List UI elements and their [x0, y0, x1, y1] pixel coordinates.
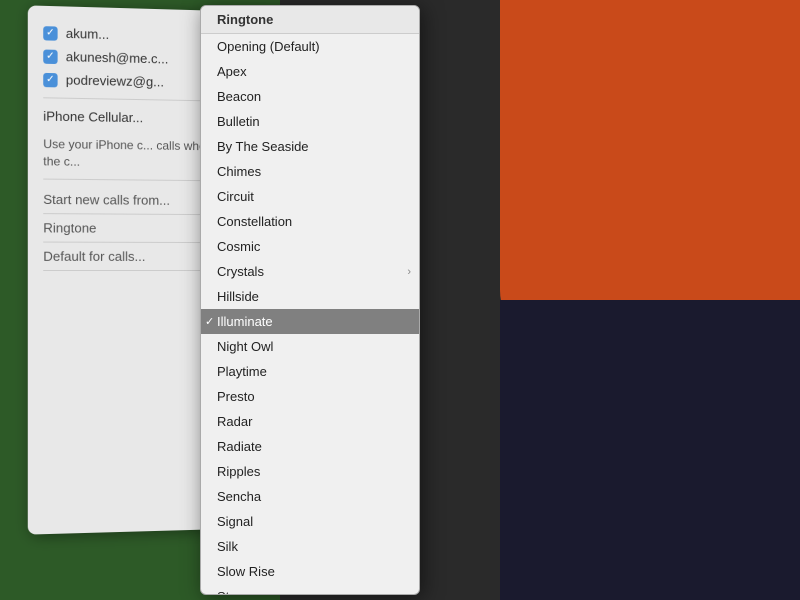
ringtone-option-signal[interactable]: Signal	[201, 509, 419, 534]
ringtone-label-silk: Silk	[217, 539, 238, 554]
ringtone-label-beacon: Beacon	[217, 89, 261, 104]
ringtone-label-slow-rise: Slow Rise	[217, 564, 275, 579]
iphone-title-label: iPhone Cellular...	[43, 108, 143, 125]
ringtone-label-illuminate: Illuminate	[217, 314, 273, 329]
checkbox-3: ✓	[43, 72, 57, 87]
ringtone-option-illuminate[interactable]: ✓ Illuminate	[201, 309, 419, 334]
dropdown-header: Ringtone	[201, 6, 419, 34]
ringtone-option-opening[interactable]: Opening (Default)	[201, 34, 419, 59]
ringtone-option-radiate[interactable]: Radiate	[201, 434, 419, 459]
ringtone-label-stargaze: Stargaze	[217, 589, 269, 595]
ringtone-label-hillside: Hillside	[217, 289, 259, 304]
ringtone-label-bulletin: Bulletin	[217, 114, 260, 129]
ringtone-dropdown[interactable]: Ringtone Opening (Default) Apex Beacon B…	[200, 5, 420, 595]
ringtone-option-radar[interactable]: Radar	[201, 409, 419, 434]
ringtone-label-sencha: Sencha	[217, 489, 261, 504]
ringtone-option-cosmic[interactable]: Cosmic	[201, 234, 419, 259]
ringtone-label-constellation: Constellation	[217, 214, 292, 229]
ringtone-option-night-owl[interactable]: Night Owl	[201, 334, 419, 359]
ringtone-option-chimes[interactable]: Chimes	[201, 159, 419, 184]
ringtone-label-chimes: Chimes	[217, 164, 261, 179]
bg-dark-right	[500, 300, 800, 600]
ringtone-label-cosmic: Cosmic	[217, 239, 260, 254]
ringtone-label-playtime: Playtime	[217, 364, 267, 379]
ringtone-option-ripples[interactable]: Ripples	[201, 459, 419, 484]
ringtone-label-signal: Signal	[217, 514, 253, 529]
ringtone-option-circuit[interactable]: Circuit	[201, 184, 419, 209]
ringtone-option-crystals[interactable]: Crystals ›	[201, 259, 419, 284]
ringtone-label-ripples: Ripples	[217, 464, 260, 479]
ringtone-option-beacon[interactable]: Beacon	[201, 84, 419, 109]
ringtone-label-opening: Opening (Default)	[217, 39, 320, 54]
ringtone-option-stargaze[interactable]: Stargaze	[201, 584, 419, 595]
ringtone-option-presto[interactable]: Presto	[201, 384, 419, 409]
ringtone-label-circuit: Circuit	[217, 189, 254, 204]
ringtone-label-presto: Presto	[217, 389, 255, 404]
ringtone-label-apex: Apex	[217, 64, 247, 79]
bg-orange	[500, 0, 800, 350]
checkbox-2: ✓	[43, 49, 57, 64]
ringtone-option-constellation[interactable]: Constellation	[201, 209, 419, 234]
ringtone-option-slow-rise[interactable]: Slow Rise	[201, 559, 419, 584]
ringtone-option-hillside[interactable]: Hillside	[201, 284, 419, 309]
checkbox-1: ✓	[43, 26, 57, 41]
account-label-1: akum...	[66, 26, 109, 42]
ringtone-option-by-the-seaside[interactable]: By The Seaside	[201, 134, 419, 159]
scroll-arrow-crystals: ›	[407, 266, 411, 278]
ringtone-option-bulletin[interactable]: Bulletin	[201, 109, 419, 134]
ringtone-option-playtime[interactable]: Playtime	[201, 359, 419, 384]
ringtone-label-radar: Radar	[217, 414, 252, 429]
ringtone-label-radiate: Radiate	[217, 439, 262, 454]
ringtone-label-by-the-seaside: By The Seaside	[217, 139, 309, 154]
account-label-2: akunesh@me.c...	[66, 49, 169, 66]
account-label-3: podreviewz@g...	[66, 72, 164, 89]
ringtone-label-crystals: Crystals	[217, 264, 264, 279]
ringtone-option-silk[interactable]: Silk	[201, 534, 419, 559]
ringtone-option-sencha[interactable]: Sencha	[201, 484, 419, 509]
ringtone-label-night-owl: Night Owl	[217, 339, 273, 354]
selected-checkmark: ✓	[205, 315, 214, 328]
ringtone-option-apex[interactable]: Apex	[201, 59, 419, 84]
